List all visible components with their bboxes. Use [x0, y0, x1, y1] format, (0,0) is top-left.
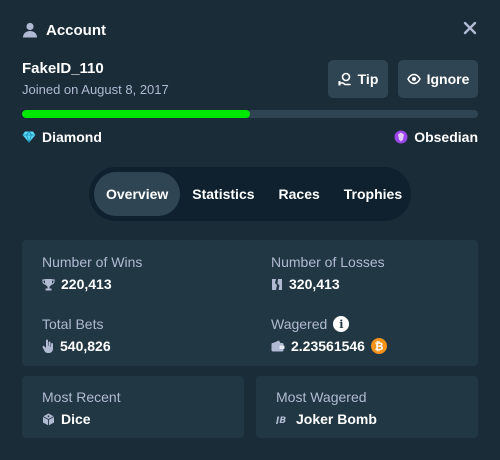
obsidian-gem-icon [394, 130, 408, 144]
most-wagered-game[interactable]: JB Joker Bomb [276, 411, 377, 427]
most-recent-card: Most Recent Dice [22, 376, 244, 438]
wins-label: Number of Wins [42, 254, 143, 270]
bets-value: 540,826 [60, 338, 111, 354]
wagered-label-row: Wagered i [271, 316, 387, 332]
most-recent-label: Most Recent [42, 389, 121, 405]
losses-value-row: 320,413 [271, 276, 385, 292]
ignore-button[interactable]: Ignore [398, 60, 478, 98]
wagered-label: Wagered [271, 316, 328, 332]
next-rank: Obsedian [394, 129, 478, 145]
tip-icon [337, 72, 352, 86]
most-wagered-label: Most Wagered [276, 389, 367, 405]
joker-bomb-icon: JB [276, 414, 290, 424]
eye-icon [406, 72, 421, 86]
current-rank: Diamond [22, 129, 102, 145]
losses-label: Number of Losses [271, 254, 385, 270]
bitcoin-icon: ₿ [370, 338, 387, 354]
user-icon [22, 22, 38, 38]
wins-value: 220,413 [61, 276, 112, 292]
most-wagered-value: Joker Bomb [296, 411, 377, 427]
username: FakeID_110 [22, 60, 104, 77]
close-icon[interactable] [462, 20, 478, 36]
tip-label: Tip [357, 71, 379, 87]
svg-text:JB: JB [276, 416, 286, 424]
wins-value-row: 220,413 [42, 276, 142, 292]
modal-header: Account [22, 18, 106, 42]
tab-trophies[interactable]: Trophies [332, 172, 414, 216]
hand-icon [42, 339, 54, 353]
broken-shield-icon [271, 278, 283, 291]
wallet-icon [271, 340, 285, 352]
tab-races[interactable]: Races [267, 172, 332, 216]
vip-progress-fill [22, 110, 250, 118]
tab-overview[interactable]: Overview [94, 172, 181, 216]
next-rank-label: Obsedian [414, 129, 478, 145]
info-icon[interactable]: i [333, 316, 350, 332]
bets-label: Total Bets [42, 316, 104, 332]
modal-title: Account [46, 21, 106, 39]
bets-value-row: 540,826 [42, 338, 111, 354]
wagered-stat: Wagered i 2.23561546 ₿ [271, 316, 387, 354]
stats-panel: Number of Wins 220,413 Number of Losses … [22, 240, 478, 366]
losses-stat: Number of Losses 320,413 [271, 254, 385, 292]
wagered-value-row: 2.23561546 ₿ [271, 338, 387, 354]
tab-statistics[interactable]: Statistics [180, 172, 266, 216]
most-recent-game[interactable]: Dice [42, 411, 91, 427]
most-wagered-card: Most Wagered JB Joker Bomb [256, 376, 478, 438]
joined-date: Joined on August 8, 2017 [22, 82, 169, 97]
profile-tabs: Overview Statistics Races Trophies [89, 167, 411, 221]
current-rank-label: Diamond [42, 129, 102, 145]
vip-progress-bar [22, 110, 478, 118]
trophy-icon [42, 278, 55, 291]
diamond-icon [22, 131, 36, 143]
ignore-label: Ignore [426, 71, 470, 87]
wins-stat: Number of Wins 220,413 [42, 254, 142, 292]
tip-button[interactable]: Tip [328, 60, 388, 98]
dice-icon [42, 413, 55, 426]
account-modal: Account FakeID_110 Joined on August 8, 2… [0, 0, 500, 460]
most-recent-value: Dice [61, 411, 91, 427]
wagered-value: 2.23561546 [291, 338, 365, 354]
losses-value: 320,413 [289, 276, 340, 292]
bets-stat: Total Bets 540,826 [42, 316, 111, 354]
